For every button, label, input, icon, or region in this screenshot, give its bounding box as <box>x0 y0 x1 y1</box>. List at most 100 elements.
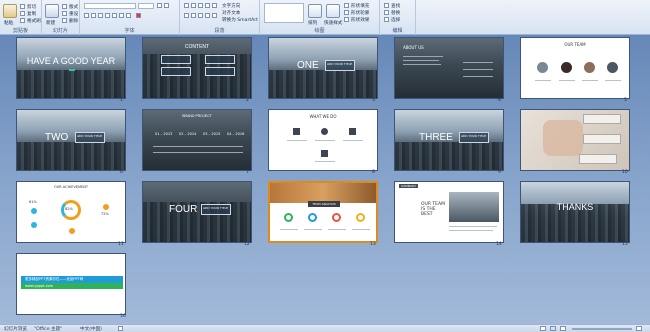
slide-thumbnail-14[interactable]: SUMMARY OUR TEAM IS THE BEST <box>394 181 504 243</box>
cut-label[interactable]: 剪切 <box>27 4 36 10</box>
text-line <box>280 229 298 230</box>
slide-thumbnail-9[interactable]: THREE ADD YOUR TITLE <box>394 109 504 171</box>
pct-right: 72% <box>101 212 109 216</box>
slide-thumbnail-16[interactable]: 更多精品PPT资源尽在——优品PPT网 www.ypppt.com <box>16 253 126 315</box>
delete-label[interactable]: 删除 <box>69 18 78 24</box>
slide-thumbnail-5[interactable]: OUR TEAM <box>520 37 630 99</box>
font-color-icon[interactable] <box>136 13 141 18</box>
paste-button[interactable] <box>3 4 17 18</box>
grow-font-icon[interactable] <box>157 3 162 8</box>
slideshow-view-icon[interactable] <box>560 326 566 331</box>
line-spacing-icon[interactable] <box>212 3 217 8</box>
team-avatar-1 <box>537 62 548 73</box>
zoom-slider[interactable] <box>572 328 632 330</box>
bullets-icon[interactable] <box>184 3 189 8</box>
slide-sorter-view-icon[interactable] <box>550 326 556 331</box>
slide-7-title: BRAND PROJECT <box>182 114 212 118</box>
slide-thumbnail-1[interactable]: HAVE A GOOD YEAR <box>16 37 126 99</box>
slide-thumbnail-13[interactable]: TEAM ANALYSIS <box>268 181 378 243</box>
normal-view-icon[interactable] <box>540 326 546 331</box>
city-photo <box>17 142 125 170</box>
select-icon[interactable] <box>384 17 389 22</box>
slide-thumbnail-15[interactable]: THANKS <box>520 181 630 243</box>
text-line <box>449 230 493 231</box>
ribbon: 粘贴 剪切 复制 格式刷 剪贴板 新建 版式 重设 删除 幻灯片 字体 文字方向… <box>0 0 650 35</box>
text-direction-label[interactable]: 文字方向 <box>222 3 240 9</box>
fit-window-icon[interactable] <box>636 326 642 331</box>
slide-number-1: 1 <box>120 98 123 103</box>
shapes-gallery[interactable] <box>264 3 304 23</box>
slide-thumbnail-7[interactable]: BRAND PROJECT 01 – 2013 02 – 2014 03 – 2… <box>142 109 252 171</box>
columns-icon[interactable] <box>212 13 217 18</box>
paragraph-group: 文字方向 对齐文本 转换为 SmartArt 段落 <box>180 0 260 35</box>
promo-url[interactable]: www.ypppt.com <box>21 283 123 289</box>
slide-thumbnail-6[interactable]: TWO ADD YOUR TITLE <box>16 109 126 171</box>
status-bar: 幻灯片浏览 "Office 主题" 中文(中国) <box>0 324 650 332</box>
paragraph-group-label: 段落 <box>214 28 225 34</box>
strikethrough-icon[interactable] <box>105 13 110 18</box>
shrink-font-icon[interactable] <box>164 3 169 8</box>
spellcheck-icon[interactable] <box>118 326 123 331</box>
replace-label[interactable]: 替换 <box>391 10 400 16</box>
reset-label[interactable]: 重设 <box>69 11 78 17</box>
justify-icon[interactable] <box>205 13 210 18</box>
editing-group-label: 编辑 <box>392 28 403 34</box>
font-name-field[interactable] <box>84 3 136 9</box>
font-size-field[interactable] <box>138 3 154 9</box>
numbering-icon[interactable] <box>191 3 196 8</box>
slide-thumbnail-2[interactable]: CONTENT <box>142 37 252 99</box>
align-left-icon[interactable] <box>184 13 189 18</box>
replace-icon[interactable] <box>384 10 389 15</box>
pct-left: 61% <box>29 200 37 204</box>
align-center-icon[interactable] <box>191 13 196 18</box>
slide-number-15: 15 <box>622 242 628 247</box>
cut-icon[interactable] <box>20 4 25 9</box>
quick-styles-button[interactable] <box>326 4 340 18</box>
theme-label: "Office 主题" <box>34 327 63 332</box>
new-slide-label: 新建 <box>46 21 56 26</box>
layout-icon[interactable] <box>62 4 67 9</box>
arrange-button[interactable] <box>308 4 322 18</box>
slide-thumbnail-3[interactable]: ONE ADD YOUR TITLE <box>268 37 378 99</box>
slide-thumbnail-12[interactable]: FOUR ADD YOUR TITLE <box>142 181 252 243</box>
lock-icon <box>321 150 328 157</box>
char-spacing-icon[interactable] <box>119 13 124 18</box>
slide-thumbnail-10[interactable] <box>520 109 630 171</box>
find-label[interactable]: 查找 <box>391 3 400 9</box>
align-text-label[interactable]: 对齐文本 <box>222 10 240 16</box>
text-line <box>403 60 439 61</box>
increase-indent-icon[interactable] <box>205 3 210 8</box>
convert-smartart-label[interactable]: 转换为 SmartArt <box>222 17 258 23</box>
copy-icon[interactable] <box>20 11 25 16</box>
slide-number-5: 5 <box>624 98 627 103</box>
decrease-indent-icon[interactable] <box>198 3 203 8</box>
change-case-icon[interactable] <box>126 13 131 18</box>
slide-12-title: FOUR <box>169 204 198 215</box>
copy-label[interactable]: 复制 <box>27 11 36 17</box>
select-label[interactable]: 选择 <box>391 17 400 23</box>
new-slide-button[interactable] <box>45 4 59 18</box>
city-photo <box>395 142 503 170</box>
format-painter-icon[interactable] <box>20 18 25 23</box>
slide-thumbnail-11[interactable]: OUR ACHIEVEMENT 82% 61% 72% <box>16 181 126 243</box>
bold-icon[interactable] <box>84 13 89 18</box>
italic-icon[interactable] <box>91 13 96 18</box>
slide-number-11: 11 <box>118 242 124 247</box>
quick-styles-label: 快速样式 <box>324 21 343 26</box>
shape-effects-icon[interactable] <box>344 17 349 22</box>
slide-thumbnail-8[interactable]: WHAT WE DO <box>268 109 378 171</box>
find-icon[interactable] <box>384 3 389 8</box>
shape-effects-label[interactable]: 形状效果 <box>351 17 369 23</box>
slide-thumbnail-4[interactable]: ABOUT US <box>394 37 504 99</box>
reset-icon[interactable] <box>62 11 67 16</box>
shape-fill-icon[interactable] <box>344 3 349 8</box>
layout-label[interactable]: 版式 <box>69 4 78 10</box>
shape-outline-label[interactable]: 形状轮廓 <box>351 10 369 16</box>
shadow-icon[interactable] <box>112 13 117 18</box>
delete-icon[interactable] <box>62 18 67 23</box>
shape-outline-icon[interactable] <box>344 10 349 15</box>
align-right-icon[interactable] <box>198 13 203 18</box>
format-painter-label[interactable]: 格式刷 <box>27 18 41 24</box>
shape-fill-label[interactable]: 形状填充 <box>351 3 369 9</box>
underline-icon[interactable] <box>98 13 103 18</box>
